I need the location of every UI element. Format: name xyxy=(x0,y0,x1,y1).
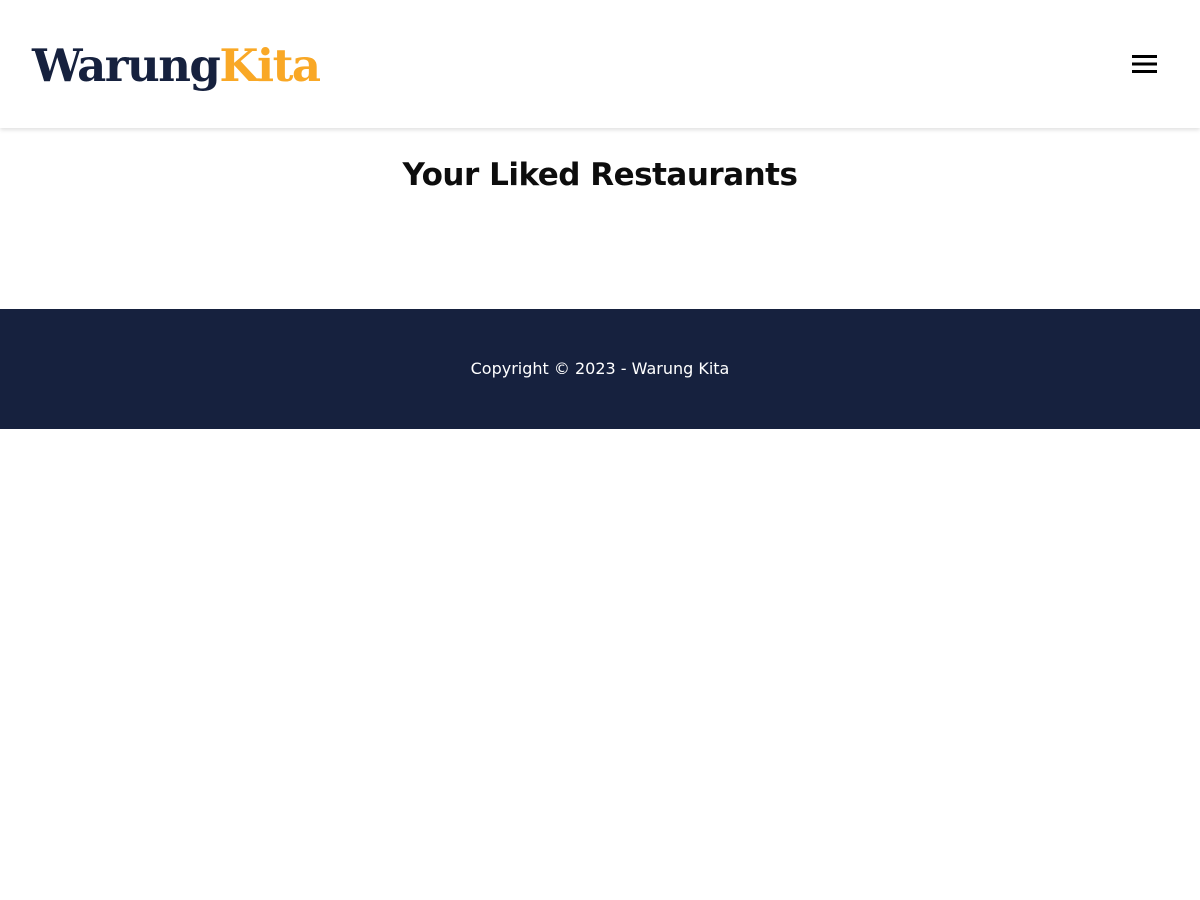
logo-primary-text: Warung xyxy=(32,39,221,92)
page-title: Your Liked Restaurants xyxy=(402,157,798,193)
hamburger-menu-icon xyxy=(1131,55,1157,73)
logo-accent-text: Kita xyxy=(219,39,321,92)
site-logo[interactable]: WarungKita xyxy=(32,36,321,96)
main-content: Your Liked Restaurants xyxy=(0,128,1200,309)
menu-button[interactable] xyxy=(1128,50,1160,78)
liked-restaurant-list xyxy=(0,208,1200,268)
app-footer: Copyright © 2023 - Warung Kita xyxy=(0,309,1200,429)
app-header: WarungKita xyxy=(0,0,1200,128)
copyright-text: Copyright © 2023 - Warung Kita xyxy=(470,359,730,378)
